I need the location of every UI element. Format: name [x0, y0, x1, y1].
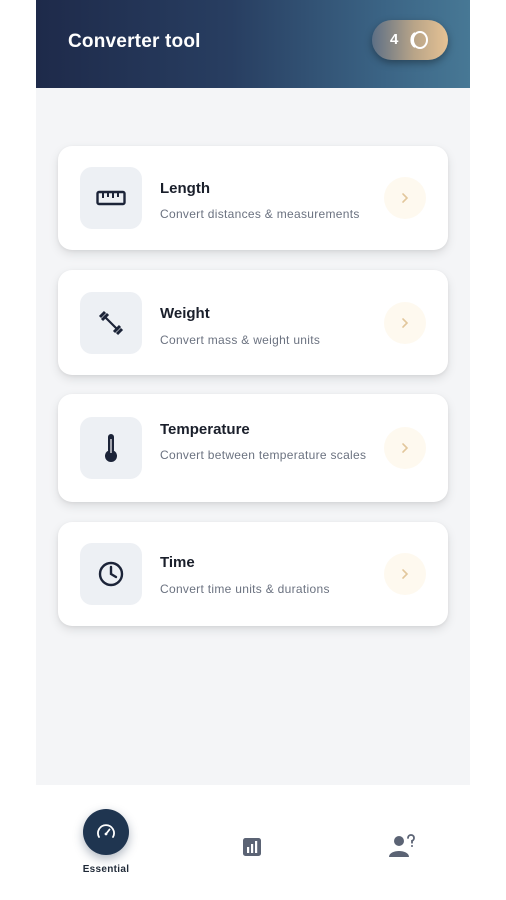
card-title: Time: [160, 554, 195, 571]
app-header: Converter tool 4: [36, 0, 470, 88]
open-time-button[interactable]: [384, 553, 426, 595]
coin-stack-icon: [410, 31, 428, 49]
dumbbell-icon: [98, 310, 124, 336]
coin-balance-button[interactable]: 4: [372, 20, 448, 60]
clock-icon: [98, 561, 124, 587]
app-screen: Converter tool 4 Length Convert distance…: [36, 0, 470, 900]
card-subtitle: Convert distances & measurements: [160, 207, 360, 221]
time-icon-box: [80, 543, 142, 605]
card-title: Temperature: [160, 421, 250, 438]
open-temperature-button[interactable]: [384, 427, 426, 469]
temperature-icon-box: [80, 417, 142, 479]
profile-icon[interactable]: [388, 833, 416, 859]
speedometer-icon: [97, 824, 115, 838]
card-title: Length: [160, 180, 210, 197]
weight-icon-box: [80, 292, 142, 354]
card-subtitle: Convert mass & weight units: [160, 333, 321, 347]
nav-essential[interactable]: Essential: [66, 807, 146, 877]
stats-icon[interactable]: [240, 835, 264, 859]
open-weight-button[interactable]: [384, 302, 426, 344]
temperature-card[interactable]: Temperature Convert between temperature …: [58, 394, 448, 502]
chevron-right-icon: [402, 569, 409, 579]
length-icon-box: [80, 167, 142, 229]
card-subtitle: Convert time units & durations: [160, 582, 330, 596]
weight-card[interactable]: Weight Convert mass & weight units: [58, 270, 448, 375]
open-length-button[interactable]: [384, 177, 426, 219]
card-subtitle: Convert between temperature scales: [160, 448, 367, 462]
thermometer-icon: [105, 434, 117, 462]
card-title: Weight: [160, 305, 210, 322]
essential-nav-button[interactable]: [83, 809, 129, 855]
time-card[interactable]: Time Convert time units & durations: [58, 522, 448, 626]
chevron-right-icon: [402, 443, 409, 453]
ruler-icon: [96, 190, 126, 206]
chevron-right-icon: [402, 318, 409, 328]
page-title: Converter tool: [68, 31, 201, 52]
nav-essential-label: Essential: [82, 864, 130, 875]
chevron-right-icon: [402, 193, 409, 203]
converter-list: Length Convert distances & measurements …: [36, 88, 470, 785]
bottom-nav: Essential: [36, 785, 470, 900]
length-card[interactable]: Length Convert distances & measurements: [58, 146, 448, 250]
coin-count: 4: [390, 31, 399, 48]
